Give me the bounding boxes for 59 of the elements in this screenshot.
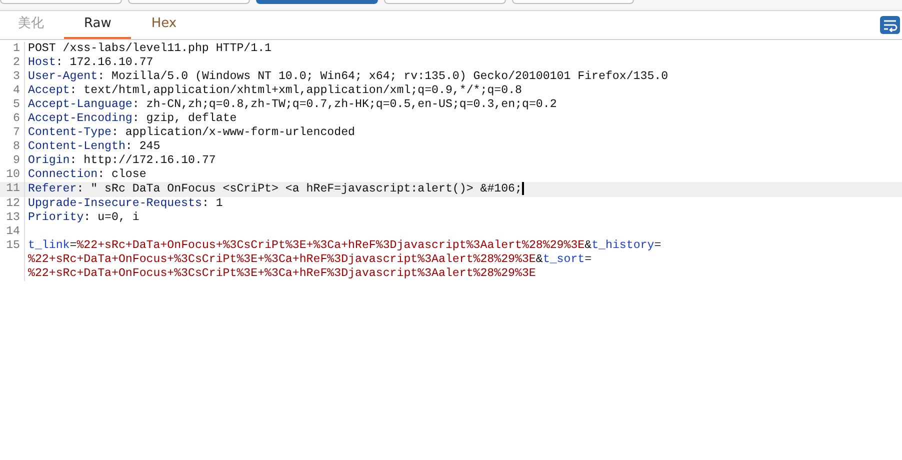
line-number: 13	[0, 210, 25, 225]
code-text: &	[584, 238, 592, 252]
line-number: 8	[0, 140, 25, 154]
line-number: 7	[0, 126, 25, 140]
line-number: 1	[0, 42, 25, 56]
view-tab[interactable]: Raw	[64, 11, 132, 39]
line-number: 6	[0, 112, 25, 126]
line-number: 15	[0, 238, 25, 281]
code-text: : text/html,application/xhtml+xml,application/xml;q=0.9,*/*;q=0.8	[70, 84, 522, 97]
line-number: 11	[0, 182, 25, 197]
code-text: &	[536, 252, 543, 266]
code-text: : 1	[202, 196, 223, 210]
request-tab[interactable]	[256, 0, 378, 4]
code-text: : gzip, deflate	[132, 112, 237, 125]
header-name: Accept-Language	[28, 98, 132, 111]
header-name: Connection	[28, 168, 98, 181]
header-name: Accept	[28, 84, 70, 97]
header-name: Referer	[28, 182, 77, 196]
header-name: Origin	[28, 154, 70, 167]
code-text: : " sRc DaTa OnFocus <sCriPt> <a hReF=javascript:alert()> &#106;	[76, 182, 522, 196]
code-text: : application/x-www-form-urlencoded	[112, 126, 356, 139]
code-text: POST /xss-labs/level11.php HTTP/1.1	[28, 42, 272, 55]
code-text: =	[654, 238, 662, 252]
param-value: %22+sRc+DaTa+OnFocus+%3CsCriPt%3E+%3Ca+hReF%3Djavascript%3Aalert%28%29%3E	[28, 252, 536, 266]
header-name: Host	[28, 56, 56, 69]
header-name: Priority	[28, 210, 84, 224]
code-text: : zh-CN,zh;q=0.8,zh-TW;q=0.7,zh-HK;q=0.5,en-US;q=0.3,en;q=0.2	[132, 98, 557, 111]
param-name: t_history	[592, 238, 654, 252]
text-cursor	[522, 182, 524, 195]
line-number: 9	[0, 154, 25, 168]
header-name: Upgrade-Insecure-Requests	[28, 196, 202, 210]
code-text: : http://172.16.10.77	[70, 154, 216, 167]
request-tab[interactable]	[128, 0, 250, 4]
request-tab[interactable]	[512, 0, 634, 4]
code-text: : 172.16.10.77	[56, 56, 154, 69]
wrap-toggle-icon[interactable]	[880, 16, 900, 34]
header-name: Accept-Encoding	[28, 112, 132, 125]
code-text: : Mozilla/5.0 (Windows NT 10.0; Win64; x64; rv:135.0) Gecko/20100101 Firefox/135.0	[98, 70, 668, 83]
line-number: 12	[0, 196, 25, 211]
line-number: 14	[0, 224, 25, 239]
request-tab[interactable]	[0, 0, 122, 4]
line-number: 2	[0, 56, 25, 70]
code-text: : close	[98, 168, 146, 181]
request-tab[interactable]	[384, 0, 506, 4]
code-text: =	[584, 252, 592, 266]
code-text: =	[70, 238, 77, 252]
param-value: %22+sRc+DaTa+OnFocus+%3CsCriPt%3E+%3Ca+hReF%3Djavascript%3Aalert%28%29%3E	[76, 238, 585, 252]
param-name: t_sort	[542, 252, 585, 266]
header-name: Content-Type	[28, 126, 112, 139]
header-name: User-Agent	[28, 70, 98, 83]
param-name: t_link	[28, 238, 70, 252]
code-text: : u=0, i	[84, 210, 140, 224]
view-tab[interactable]: Hex	[131, 11, 197, 39]
line-number: 3	[0, 70, 25, 84]
code-text: : 245	[125, 140, 160, 153]
header-name: Content-Length	[28, 140, 126, 153]
line-number: 4	[0, 84, 25, 98]
line-number: 5	[0, 98, 25, 112]
param-value: %22+sRc+DaTa+OnFocus+%3CsCriPt%3E+%3Ca+hReF%3Djavascript%3Aalert%28%29%3E	[28, 266, 536, 280]
